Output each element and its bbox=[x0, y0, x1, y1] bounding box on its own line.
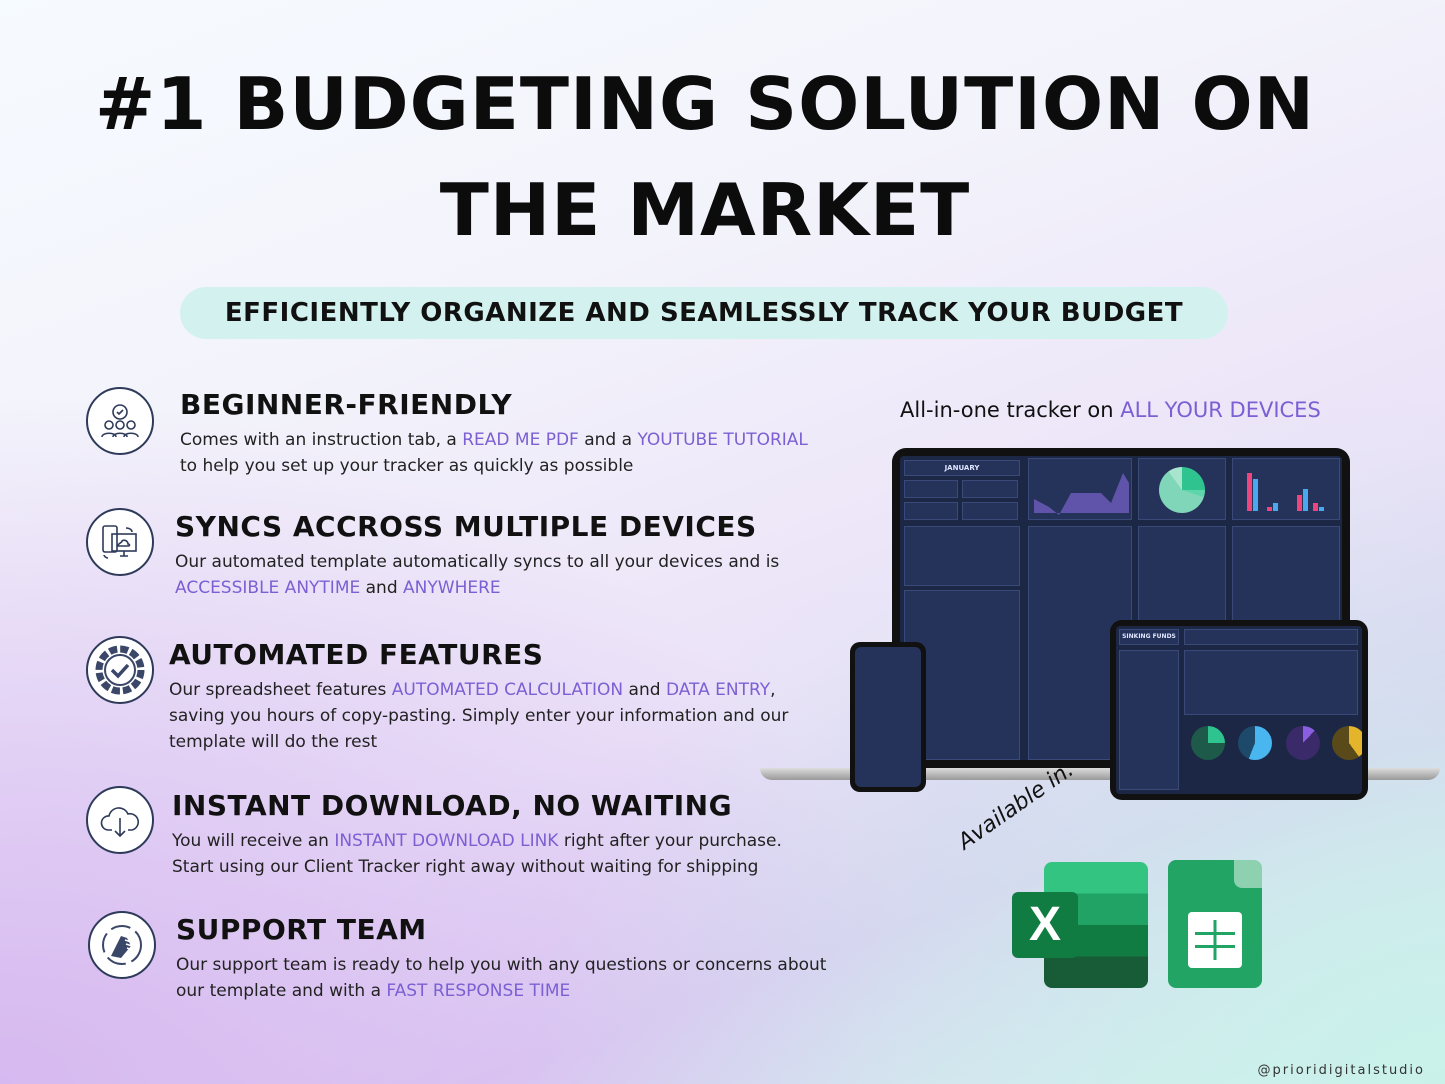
text: Our support team is ready to help you wi… bbox=[176, 955, 827, 975]
feature-automated: AUTOMATED FEATURES Our spreadsheet featu… bbox=[169, 638, 788, 755]
text: and a bbox=[578, 430, 638, 450]
headline-line-1: #1 BUDGETING SOLUTION ON bbox=[95, 62, 1315, 146]
text: Our automated template automatically syn… bbox=[175, 552, 780, 572]
kpi-cards bbox=[1184, 629, 1358, 645]
summary-card bbox=[962, 502, 1018, 520]
team-gear-icon bbox=[86, 387, 154, 455]
summary-card bbox=[904, 480, 958, 498]
excel-icon: X bbox=[1012, 862, 1148, 988]
progress-ring bbox=[1191, 726, 1225, 760]
devices-sync-icon bbox=[86, 508, 154, 576]
progress-ring bbox=[1286, 726, 1320, 760]
text: Start using our Client Tracker right awa… bbox=[172, 857, 759, 877]
handshake-icon bbox=[88, 911, 156, 979]
feature-instant-download: INSTANT DOWNLOAD, NO WAITING You will re… bbox=[172, 789, 782, 880]
spending-pie-panel bbox=[1138, 458, 1226, 520]
balance-chart-panel bbox=[1028, 458, 1132, 520]
budget-vs-real-panel bbox=[1232, 458, 1340, 520]
text: Comes with an instruction tab, a bbox=[180, 430, 463, 450]
progress-ring bbox=[1238, 726, 1272, 760]
highlight: FAST RESPONSE TIME bbox=[386, 981, 571, 1001]
tablet-mockup: SINKING FUNDS bbox=[1110, 620, 1368, 800]
text: and bbox=[623, 680, 666, 700]
text: and bbox=[360, 578, 404, 598]
text: , bbox=[770, 680, 776, 700]
month-title-panel: JANUARY bbox=[904, 460, 1020, 476]
brand-handle: @prioridigitalstudio bbox=[1257, 1063, 1425, 1078]
highlight: READ ME PDF bbox=[462, 430, 579, 450]
google-sheets-icon bbox=[1168, 860, 1262, 988]
contributions-table bbox=[1119, 650, 1179, 790]
budget-summary-table bbox=[904, 526, 1020, 586]
text: template will do the rest bbox=[169, 732, 378, 752]
feature-heading: INSTANT DOWNLOAD, NO WAITING bbox=[172, 789, 733, 822]
text: Our spreadsheet features bbox=[169, 680, 392, 700]
feature-heading: SYNCS ACCROSS MULTIPLE DEVICES bbox=[175, 510, 757, 543]
feature-heading: SUPPORT TEAM bbox=[176, 913, 427, 946]
sinking-funds-title-panel: SINKING FUNDS bbox=[1119, 629, 1179, 645]
summary-card bbox=[904, 502, 958, 520]
cloud-download-icon bbox=[86, 786, 154, 854]
feature-support-team: SUPPORT TEAM Our support team is ready t… bbox=[176, 913, 826, 1004]
highlight: AUTOMATED CALCULATION bbox=[391, 680, 624, 700]
subtitle-banner: EFFICIENTLY ORGANIZE AND SEAMLESSLY TRAC… bbox=[180, 287, 1228, 339]
feature-heading: BEGINNER-FRIENDLY bbox=[180, 388, 513, 421]
funds-table bbox=[1184, 650, 1358, 715]
feature-beginner-friendly: BEGINNER-FRIENDLY Comes with an instruct… bbox=[180, 388, 808, 479]
summary-card bbox=[962, 480, 1018, 498]
month-title: JANUARY bbox=[944, 464, 980, 472]
text: You will receive an bbox=[172, 831, 335, 851]
highlight: ALL YOUR DEVICES bbox=[1120, 398, 1321, 422]
text: to help you set up your tracker as quick… bbox=[180, 456, 634, 476]
devices-caption: All-in-one tracker on ALL YOUR DEVICES bbox=[900, 398, 1321, 422]
headline-line-2: THE MARKET bbox=[439, 168, 971, 252]
phone-mockup bbox=[850, 642, 926, 792]
highlight: ACCESSIBLE ANYTIME bbox=[175, 578, 361, 598]
text: All-in-one tracker on bbox=[900, 398, 1121, 422]
feature-syncs: SYNCS ACCROSS MULTIPLE DEVICES Our autom… bbox=[175, 510, 779, 601]
highlight: ANYWHERE bbox=[403, 578, 501, 598]
text: right after your purchase. bbox=[558, 831, 782, 851]
text: our template and with a bbox=[176, 981, 387, 1001]
feature-heading: AUTOMATED FEATURES bbox=[169, 638, 544, 671]
highlight: DATA ENTRY bbox=[665, 680, 771, 700]
text: saving you hours of copy-pasting. Simply… bbox=[169, 706, 789, 726]
sinking-funds-title: SINKING FUNDS bbox=[1122, 633, 1176, 640]
gear-check-icon bbox=[86, 636, 154, 704]
highlight: INSTANT DOWNLOAD LINK bbox=[334, 831, 559, 851]
highlight: YOUTUBE TUTORIAL bbox=[637, 430, 808, 450]
progress-ring bbox=[1332, 726, 1362, 760]
